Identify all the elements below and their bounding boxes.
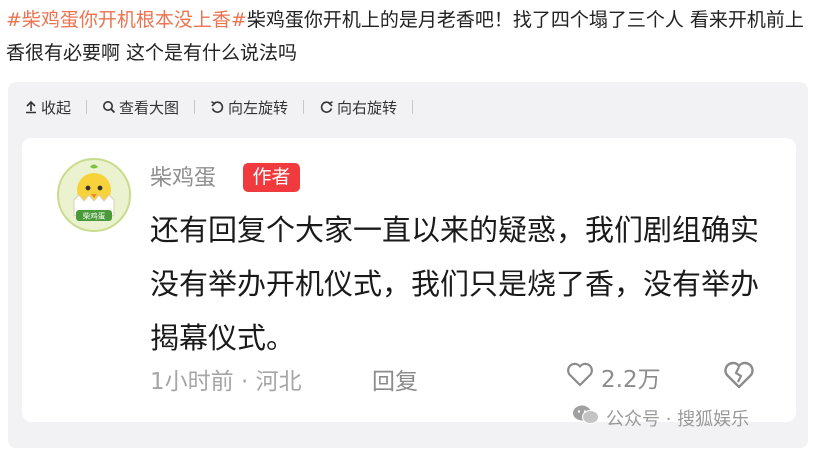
search-icon (102, 100, 116, 114)
collapse-label: 收起 (41, 98, 72, 117)
reply-button[interactable]: 回复 (372, 362, 418, 396)
toolbar-divider (86, 100, 88, 114)
rotate-left-label: 向左旋转 (228, 98, 289, 117)
rotate-left-icon (210, 100, 225, 115)
comment-location: 河北 (255, 369, 302, 395)
wechat-icon (572, 404, 600, 431)
toolbar-divider (194, 100, 196, 114)
comment-meta: 1小时前 · 河北 (150, 362, 302, 396)
toolbar-divider (303, 100, 305, 114)
image-toolbar: 收起 查看大图 向左旋转 向右旋转 (24, 92, 428, 122)
meta-separator: · (240, 369, 249, 395)
view-large-button[interactable]: 查看大图 (102, 97, 179, 118)
rotate-right-button[interactable]: 向右旋转 (319, 97, 397, 118)
heart-icon (565, 360, 595, 394)
broken-heart-icon (722, 361, 756, 394)
post-text: #柴鸡蛋你开机根本没上香#柴鸡蛋你开机上的是月老香吧！找了四个塌了三个人 看来开… (6, 4, 810, 70)
avatar[interactable]: 柴鸡蛋 (57, 158, 131, 232)
author-name[interactable]: 柴鸡蛋 (150, 160, 216, 192)
rotate-right-label: 向右旋转 (337, 98, 398, 117)
like-count: 2.2万 (601, 367, 661, 393)
chick-logo: 柴鸡蛋 (57, 158, 131, 232)
watermark-text: 公众号 · 搜狐娱乐 (606, 408, 750, 430)
comment-time: 1小时前 (150, 369, 234, 395)
toolbar-divider (412, 100, 414, 114)
rotate-right-icon (319, 100, 334, 115)
author-badge: 作者 (243, 163, 300, 192)
watermark: 公众号 · 搜狐娱乐 (572, 404, 749, 431)
avatar-badge-text: 柴鸡蛋 (83, 211, 106, 221)
comment-text: 还有回复个大家一直以来的疑惑，我们剧组确实没有举办开机仪式，我们只是烧了香，没有… (150, 213, 760, 355)
post-hashtag[interactable]: #柴鸡蛋你开机根本没上香# (6, 9, 247, 31)
rotate-left-button[interactable]: 向左旋转 (210, 97, 288, 118)
collapse-arrow-icon (24, 100, 38, 114)
view-large-label: 查看大图 (119, 98, 180, 117)
like-button[interactable]: 2.2万 (565, 360, 661, 394)
dislike-button[interactable] (722, 360, 756, 394)
collapse-button[interactable]: 收起 (24, 97, 71, 118)
